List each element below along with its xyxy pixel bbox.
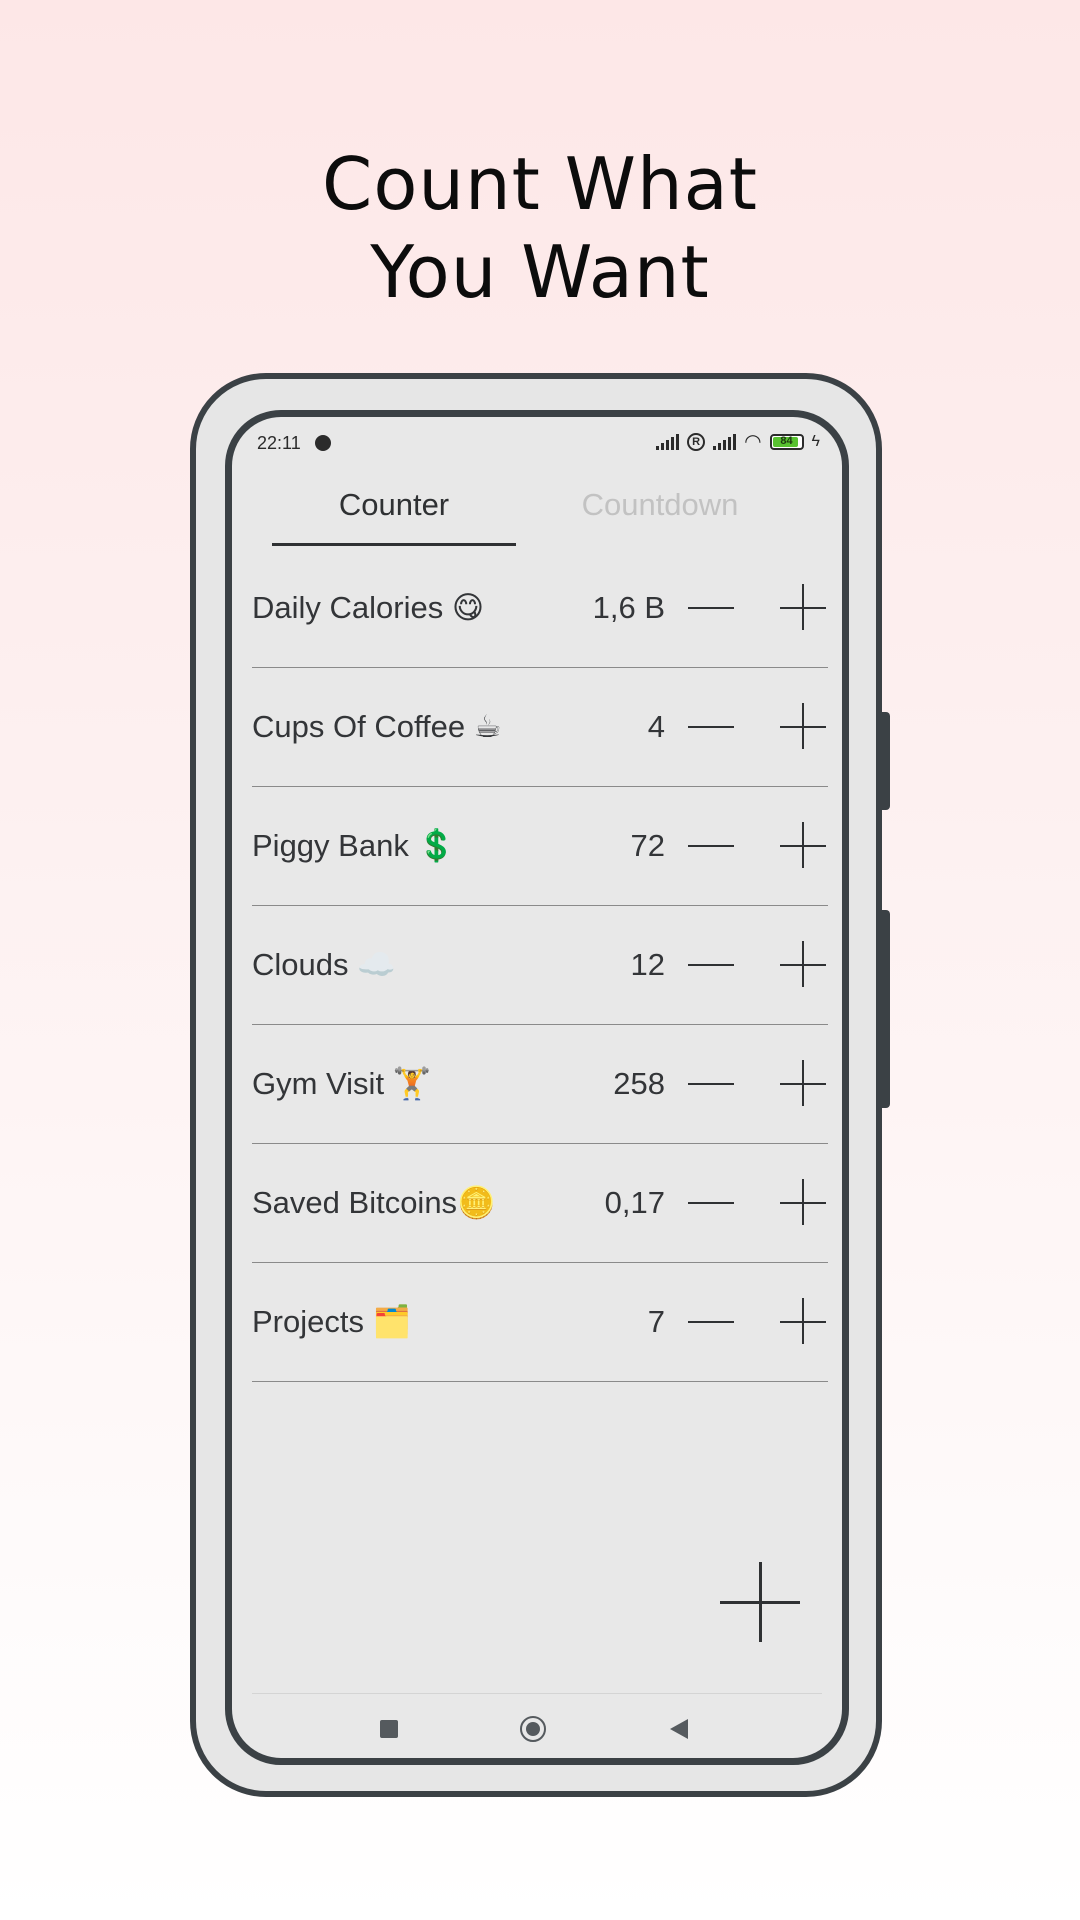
headline-line-2: You Want — [370, 230, 710, 314]
counter-value: 7 — [647, 1304, 665, 1339]
back-icon[interactable] — [670, 1719, 688, 1739]
home-icon[interactable] — [520, 1716, 546, 1742]
counter-row[interactable]: Clouds ☁️ 12 — [252, 906, 828, 1025]
roaming-icon: R — [687, 433, 706, 451]
counter-value: 258 — [613, 1066, 665, 1101]
phone-power-button — [882, 910, 890, 1108]
counter-name: Piggy Bank 💲 — [252, 828, 457, 863]
counter-value: 4 — [647, 709, 665, 744]
plus-icon[interactable] — [780, 941, 828, 989]
charging-icon: ϟ — [811, 433, 820, 450]
counter-name: Saved Bitcoins🪙 — [252, 1185, 496, 1220]
recents-icon[interactable] — [380, 1720, 398, 1738]
tab-bar: Counter Countdown — [232, 467, 842, 547]
counter-row[interactable]: Projects 🗂️ 7 — [252, 1263, 828, 1382]
battery-icon: 84 — [769, 434, 804, 450]
minus-icon[interactable] — [688, 1302, 736, 1342]
signal-icon — [656, 434, 680, 450]
plus-icon[interactable] — [780, 1060, 828, 1108]
signal-icon-2 — [713, 434, 737, 450]
minus-icon[interactable] — [688, 1064, 736, 1104]
minus-icon[interactable] — [688, 1183, 736, 1223]
counter-value: 72 — [630, 828, 665, 863]
minus-icon[interactable] — [688, 945, 736, 985]
plus-icon[interactable] — [780, 822, 828, 870]
counter-value: 0,17 — [604, 1185, 665, 1220]
plus-icon[interactable] — [780, 1298, 828, 1346]
wifi-icon: ◠ — [744, 431, 762, 453]
add-counter-button[interactable] — [720, 1562, 802, 1644]
alarm-icon — [315, 435, 331, 451]
counter-name: Clouds ☁️ — [252, 947, 396, 982]
counter-name: Daily Calories 😋 — [252, 590, 485, 625]
promo-headline: Count What You Want — [0, 140, 1080, 316]
counter-row[interactable]: Gym Visit 🏋️ 258 — [252, 1025, 828, 1144]
plus-icon[interactable] — [780, 584, 828, 632]
counter-row[interactable]: Cups Of Coffee ☕ 4 — [252, 668, 828, 787]
counter-name: Gym Visit 🏋️ — [252, 1066, 432, 1101]
counter-value: 12 — [630, 947, 665, 982]
phone-screen: 22:11 R ◠ 84 ϟ Counter Countdown Daily C… — [225, 410, 849, 1765]
counter-value: 1,6 B — [592, 590, 665, 625]
headline-line-1: Count What — [322, 142, 758, 226]
minus-icon[interactable] — [688, 707, 736, 747]
status-bar: 22:11 R ◠ 84 ϟ — [232, 431, 842, 457]
counter-row[interactable]: Piggy Bank 💲 72 — [252, 787, 828, 906]
counter-row[interactable]: Saved Bitcoins🪙 0,17 — [252, 1144, 828, 1263]
plus-icon[interactable] — [780, 1179, 828, 1227]
counter-row[interactable]: Daily Calories 😋 1,6 B — [252, 549, 828, 668]
plus-icon[interactable] — [780, 703, 828, 751]
minus-icon[interactable] — [688, 588, 736, 628]
counter-name: Cups Of Coffee ☕ — [252, 709, 502, 744]
phone-volume-button — [882, 712, 890, 810]
battery-level: 84 — [780, 435, 793, 447]
system-nav-bar — [252, 1693, 822, 1754]
tab-countdown[interactable]: Countdown — [538, 467, 782, 543]
tab-counter[interactable]: Counter — [272, 467, 516, 546]
status-time: 22:11 — [257, 433, 301, 453]
minus-icon[interactable] — [688, 826, 736, 866]
counter-name: Projects 🗂️ — [252, 1304, 412, 1339]
